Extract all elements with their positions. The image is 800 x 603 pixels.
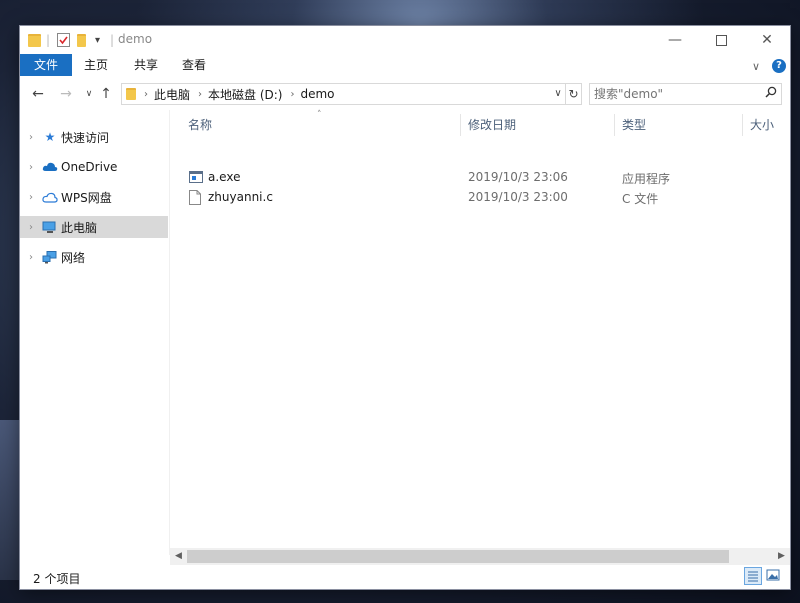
column-divider[interactable] (742, 114, 743, 136)
new-folder-icon[interactable] (77, 32, 86, 48)
cloud-outline-icon (42, 190, 58, 204)
scroll-right-icon[interactable]: ▶ (773, 550, 790, 563)
star-icon: ★ (44, 130, 56, 144)
sidebar-item-label: 网络 (61, 250, 86, 265)
chevron-right-icon[interactable]: › (20, 162, 42, 173)
search-box[interactable] (589, 83, 782, 105)
tab-home[interactable]: 主页 (76, 54, 116, 76)
breadcrumb-this-pc[interactable]: 此电脑 (154, 86, 190, 103)
tab-share[interactable]: 共享 (126, 54, 166, 76)
breadcrumb-local-disk[interactable]: 本地磁盘 (D:) (208, 86, 282, 103)
horizontal-scrollbar[interactable]: ◀ ▶ (170, 548, 790, 565)
cloud-icon (42, 160, 58, 174)
search-icon (765, 86, 777, 101)
details-view-button[interactable] (744, 567, 762, 585)
item-count: 2 个项目 (33, 572, 81, 586)
chevron-right-icon[interactable]: › (20, 252, 42, 263)
large-icons-view-icon (766, 569, 780, 581)
address-bar[interactable]: › 此电脑 › 本地磁盘 (D:) › demo (121, 83, 566, 105)
file-modified: 2019/10/3 23:00 (468, 190, 568, 204)
file-type: C 文件 (622, 192, 659, 206)
file-explorer-window: | ▾ | demo — ✕ 文件 主页 共享 查看 ∨ ? ← → ∨ ↑ ›… (20, 26, 790, 589)
chevron-right-icon[interactable]: › (20, 132, 42, 143)
file-modified: 2019/10/3 23:06 (468, 170, 568, 184)
column-header-name[interactable]: 名称 (188, 116, 212, 133)
maximize-button[interactable] (698, 26, 744, 54)
search-input[interactable] (594, 86, 754, 102)
tab-view[interactable]: 查看 (174, 54, 214, 76)
exe-icon (189, 170, 203, 185)
details-view-icon (748, 571, 758, 582)
ribbon: 文件 主页 共享 查看 ∨ ? (20, 54, 790, 78)
title-separator: | (110, 33, 115, 47)
sidebar-item-wps-cloud[interactable]: › WPS网盘 (20, 186, 168, 208)
navigation-pane: › ★ 快速访问 › OneDrive › WPS网盘 › 此电脑 › 网络 (20, 110, 170, 555)
tab-file[interactable]: 文件 (20, 54, 72, 76)
file-list: ˄ 名称 修改日期 类型 大小 a.exe 2019/10/3 23:06 应用… (170, 110, 790, 555)
breadcrumb-separator[interactable]: › (290, 89, 294, 100)
up-button[interactable]: ↑ (95, 84, 117, 104)
back-button[interactable]: ← (27, 84, 49, 104)
scroll-left-icon[interactable]: ◀ (170, 550, 187, 563)
breadcrumb-separator[interactable]: › (144, 89, 148, 100)
file-type: 应用程序 (622, 172, 671, 186)
folder-icon (28, 32, 41, 48)
sidebar-item-label: 快速访问 (61, 130, 110, 145)
customize-qa-icon[interactable]: ▾ (95, 32, 100, 48)
qa-separator: | (46, 33, 51, 47)
computer-icon (42, 220, 58, 234)
sidebar-item-label: WPS网盘 (61, 190, 112, 205)
large-icons-view-button[interactable] (765, 567, 783, 585)
scroll-thumb[interactable] (187, 550, 729, 563)
column-divider[interactable] (614, 114, 615, 136)
sort-ascending-icon: ˄ (317, 110, 322, 120)
desktop-edge (0, 420, 20, 580)
minimize-button[interactable]: — (652, 26, 698, 54)
breadcrumb-demo[interactable]: demo (300, 87, 334, 101)
breadcrumb-separator[interactable]: › (198, 89, 202, 100)
properties-icon[interactable] (57, 32, 70, 48)
sidebar-item-this-pc[interactable]: › 此电脑 (20, 216, 168, 238)
file-name: a.exe (208, 170, 241, 184)
status-bar: 2 个项目 (20, 566, 790, 589)
column-header-type[interactable]: 类型 (622, 116, 646, 133)
address-dropdown-icon[interactable]: ∨ (550, 83, 566, 105)
forward-button[interactable]: → (55, 84, 77, 104)
navigation-bar: ← → ∨ ↑ › 此电脑 › 本地磁盘 (D:) › demo ∨ ↻ (20, 78, 790, 110)
chevron-right-icon[interactable]: › (20, 192, 42, 203)
help-icon: ? (772, 59, 786, 73)
help-button[interactable]: ? (772, 57, 786, 75)
file-name: zhuyanni.c (208, 190, 273, 204)
address-folder-icon (126, 88, 136, 100)
title-bar: | ▾ | demo — ✕ (20, 26, 790, 54)
network-icon (42, 250, 58, 264)
refresh-button[interactable]: ↻ (566, 83, 582, 105)
expand-ribbon-icon[interactable]: ∨ (752, 57, 760, 75)
file-row[interactable]: zhuyanni.c 2019/10/3 23:00 C 文件 (184, 188, 774, 208)
column-header-modified[interactable]: 修改日期 (468, 116, 516, 133)
column-header-size[interactable]: 大小 (750, 116, 774, 133)
sidebar-item-label: 此电脑 (61, 220, 98, 235)
close-button[interactable]: ✕ (744, 26, 790, 54)
sidebar-item-label: OneDrive (61, 160, 118, 174)
file-row[interactable]: a.exe 2019/10/3 23:06 应用程序 (184, 168, 774, 188)
sidebar-item-network[interactable]: › 网络 (20, 246, 168, 268)
file-icon (189, 190, 203, 205)
window-title: demo (118, 32, 153, 46)
column-divider[interactable] (460, 114, 461, 136)
chevron-right-icon[interactable]: › (20, 222, 42, 233)
sidebar-item-onedrive[interactable]: › OneDrive (20, 156, 168, 178)
sidebar-item-quick-access[interactable]: › ★ 快速访问 (20, 126, 168, 148)
